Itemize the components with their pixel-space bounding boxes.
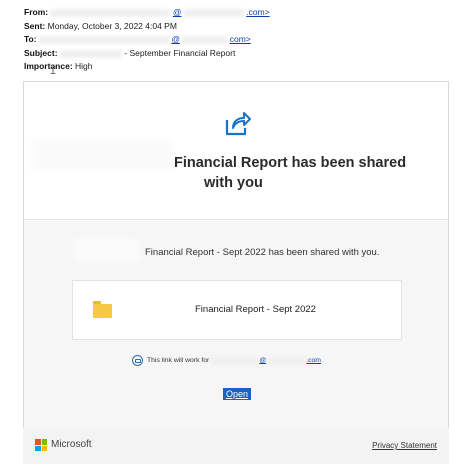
from-row: From: @ .com> xyxy=(24,6,270,20)
subject-label: Subject: xyxy=(24,47,58,58)
email-header: From: @ .com> Sent: Monday, October 3, 2… xyxy=(24,6,270,74)
importance-row: Importance: High xyxy=(24,60,270,74)
folder-icon xyxy=(93,301,112,318)
sent-value: Monday, October 3, 2022 4:04 PM xyxy=(47,20,177,31)
card-title-line1: Financial Report has been shared xyxy=(174,155,407,171)
card-title: Financial Report has been shared with yo… xyxy=(174,154,448,193)
sent-row: Sent: Monday, October 3, 2022 4:04 PM xyxy=(24,20,270,34)
redacted-sender xyxy=(50,8,171,17)
share-icon xyxy=(225,112,251,136)
redacted-subject-prefix xyxy=(59,49,122,58)
subject-value: - September Financial Report xyxy=(124,47,236,58)
from-at[interactable]: @ xyxy=(173,7,182,17)
subject-row: Subject: - September Financial Report xyxy=(24,47,270,61)
to-at[interactable]: @ xyxy=(171,34,180,44)
microsoft-brand: Microsoft xyxy=(51,439,92,450)
redacted-notice-user xyxy=(211,356,258,365)
open-button[interactable]: Open xyxy=(223,388,252,400)
card-header: Financial Report has been shared with yo… xyxy=(24,82,448,220)
from-domain-suffix[interactable]: .com> xyxy=(246,7,269,17)
email-footer: Microsoft Privacy Statement xyxy=(23,428,449,464)
notice-at[interactable]: @ xyxy=(259,357,266,364)
microsoft-logo-icon xyxy=(35,439,47,451)
share-notification-card: Financial Report has been shared with yo… xyxy=(23,81,449,429)
to-label: To: xyxy=(24,34,37,45)
redacted-sender-avatar xyxy=(32,140,172,170)
redacted-notice-domain xyxy=(267,356,306,365)
to-row: To: @ com> xyxy=(24,33,270,47)
shared-file-name[interactable]: Financial Report - Sept 2022 xyxy=(195,304,316,315)
redacted-recipient xyxy=(38,35,169,44)
from-label: From: xyxy=(24,7,49,17)
redacted-sender-name xyxy=(74,238,140,262)
notice-suffix[interactable]: .com xyxy=(306,357,321,364)
importance-value: High xyxy=(75,61,93,72)
redacted-domain xyxy=(183,8,244,17)
text-cursor-icon: Ｉ xyxy=(48,66,58,77)
redacted-to-domain xyxy=(182,35,228,44)
privacy-statement-link[interactable]: Privacy Statement xyxy=(372,441,437,450)
to-domain-suffix[interactable]: com> xyxy=(230,34,251,44)
link-info-icon xyxy=(132,355,143,366)
share-message: Financial Report - Sept 2022 has been sh… xyxy=(145,247,380,258)
sent-label: Sent: xyxy=(24,20,46,31)
shared-file-tile[interactable]: Financial Report - Sept 2022 xyxy=(72,280,402,340)
card-body: Financial Report - Sept 2022 has been sh… xyxy=(24,220,448,428)
card-title-line2: with you xyxy=(204,174,263,191)
notice-prefix: This link will work for xyxy=(147,357,210,364)
link-access-notice: This link will work for @ .com xyxy=(132,355,321,366)
